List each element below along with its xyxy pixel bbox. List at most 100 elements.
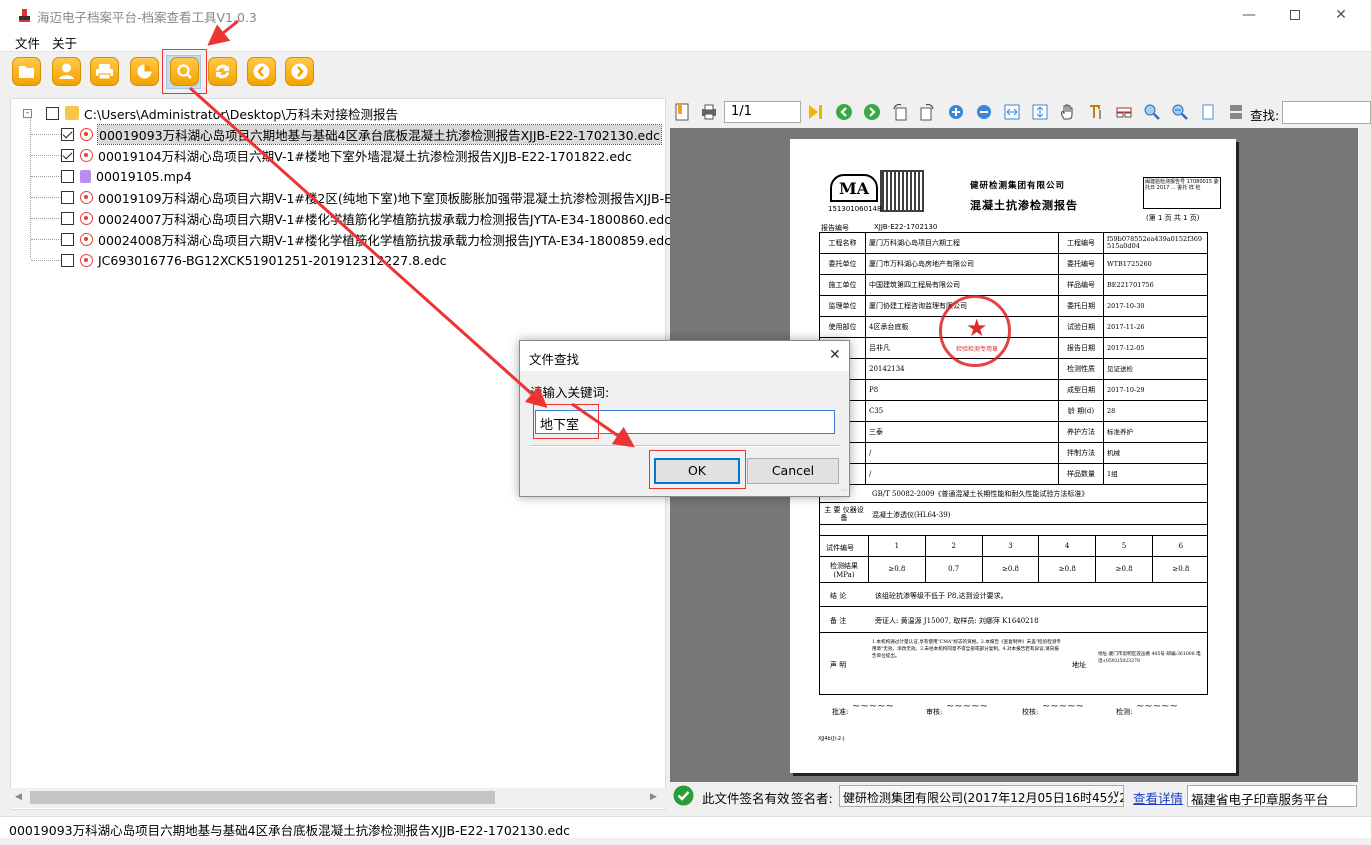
- dialog-prompt: 请输入关键词:: [530, 385, 610, 400]
- tree-item[interactable]: 00024008万科湖心岛项目六期V-1#楼化学植筋化学植筋抗拔承载力检测报告J…: [31, 229, 671, 249]
- zoom-in-icon[interactable]: [947, 103, 965, 121]
- text-select-icon[interactable]: [1087, 103, 1105, 121]
- view-details-link[interactable]: 查看详情: [1133, 788, 1183, 807]
- tree-item[interactable]: 00019105.mp4: [31, 166, 192, 186]
- hand-tool-icon[interactable]: [1059, 103, 1077, 121]
- report-table-row: 监理单位 厦门协建工程咨询监理有限公司 委托日期 2017-10-30: [819, 295, 1208, 317]
- row-value-2: 28: [1103, 400, 1208, 422]
- folder-icon: [65, 106, 79, 120]
- find-input[interactable]: [1282, 101, 1371, 124]
- rotate-left-icon[interactable]: [891, 103, 909, 121]
- chart-icon: [137, 64, 152, 79]
- collapse-toggle[interactable]: -: [23, 108, 32, 118]
- fit-width-icon[interactable]: [1003, 103, 1021, 121]
- tree-horizontal-scrollbar[interactable]: ◀ ▶: [10, 788, 666, 808]
- menu-file[interactable]: 文件: [15, 33, 40, 52]
- check-signature: ~~~~~: [1042, 701, 1084, 712]
- tree-item-checkbox[interactable]: [61, 253, 74, 267]
- prev-page-icon[interactable]: [835, 103, 853, 121]
- org-name: 健研检测集团有限公司: [970, 181, 1066, 191]
- open-button[interactable]: [12, 57, 41, 86]
- row-label-2: 工程编号: [1058, 232, 1104, 254]
- row-value-2: 标准养护: [1103, 421, 1208, 443]
- scroll-left-icon[interactable]: ◀: [15, 792, 22, 802]
- magnify-in-icon[interactable]: [1143, 103, 1161, 121]
- row-label-2: 成型日期: [1058, 379, 1104, 401]
- print-button[interactable]: [90, 57, 119, 86]
- tree-item-checkbox[interactable]: [61, 232, 74, 246]
- keyword-input[interactable]: 地下室: [535, 410, 835, 434]
- continuous-icon[interactable]: [1227, 103, 1245, 121]
- result-value: ≥0.8: [868, 557, 925, 582]
- tree-root[interactable]: - C:\Users\Administrator\Desktop\万科未对接检测…: [23, 103, 398, 123]
- tree-item[interactable]: 00019109万科湖心岛项目六期V-1#楼2区(纯地下室)地下室顶板膨胀加强带…: [31, 187, 688, 207]
- maximize-icon: [1290, 10, 1300, 20]
- stats-button[interactable]: [130, 57, 159, 86]
- tree-item[interactable]: 00024007万科湖心岛项目六期V-1#楼化学植筋化学植筋抗拔承载力检测报告J…: [31, 208, 671, 228]
- result-value: ≥0.8: [1038, 557, 1095, 582]
- prev-button[interactable]: [247, 57, 276, 86]
- close-button[interactable]: ✕: [1318, 0, 1364, 30]
- cancel-button[interactable]: Cancel: [747, 458, 839, 484]
- equip-value: 混凝土渗透仪(HL64-39): [872, 511, 951, 519]
- row-value: 中国建筑第四工程局有限公司: [865, 274, 1059, 296]
- tree-item[interactable]: JC693016776-BG12XCK51901251-201912312227…: [31, 250, 447, 270]
- row-value: C35: [865, 400, 1059, 422]
- row-value-2: 见证送检: [1103, 358, 1208, 380]
- main-toolbar: [0, 52, 1371, 94]
- row-value-2: 2017-11-26: [1103, 316, 1208, 338]
- tree-item-checkbox[interactable]: [61, 127, 74, 141]
- zoom-out-icon[interactable]: [975, 103, 993, 121]
- title-bar: 海迈电子档案平台-档案查看工具V1.0.3 — ✕: [0, 0, 1371, 30]
- tree-item-checkbox[interactable]: [61, 211, 74, 225]
- signer-select[interactable]: 健研检测集团有限公司(2017年12月05日16时45分2 ∨: [839, 785, 1124, 807]
- spec-number: 3: [981, 536, 1039, 557]
- next-button[interactable]: [285, 57, 314, 86]
- tree-item-label: 00024008万科湖心岛项目六期V-1#楼化学植筋化学植筋抗拔承载力检测报告J…: [98, 232, 672, 248]
- row-label-2: 委托编号: [1058, 253, 1104, 275]
- address-label: 地址: [1072, 661, 1086, 669]
- last-page-icon[interactable]: [806, 103, 824, 121]
- refresh-button[interactable]: [208, 57, 237, 86]
- ok-button[interactable]: OK: [654, 458, 740, 484]
- maximize-button[interactable]: [1272, 0, 1318, 30]
- window-title: 海迈电子档案平台-档案查看工具V1.0.3: [37, 10, 257, 25]
- tree-item[interactable]: 00019104万科湖心岛项目六期V-1#楼地下室外墙混凝土抗渗检测报告XJJB…: [31, 145, 632, 165]
- basis-value: GB/T 50082-2009《普通混凝土长期性能和耐久性能试验方法标准》: [872, 490, 1089, 498]
- tree-item-checkbox[interactable]: [61, 169, 74, 183]
- menu-about[interactable]: 关于: [52, 33, 77, 52]
- row-label-2: 样品数量: [1058, 463, 1104, 485]
- tree-connector: [31, 154, 61, 156]
- tree-item[interactable]: 00019093万科湖心岛项目六期地基与基础4区承台底板混凝土抗渗检测报告XJJ…: [31, 123, 663, 145]
- scroll-right-icon[interactable]: ▶: [650, 792, 657, 802]
- print-icon[interactable]: [700, 103, 718, 121]
- magnify-out-icon[interactable]: [1171, 103, 1189, 121]
- fit-page-icon[interactable]: [1031, 103, 1049, 121]
- minimize-icon: —: [1242, 7, 1256, 23]
- tree-root-checkbox[interactable]: [46, 106, 59, 120]
- user-button[interactable]: [52, 57, 81, 86]
- page-count: (第 1 页 共 1 页): [1146, 214, 1200, 222]
- row-value-2: 机械: [1103, 442, 1208, 464]
- scroll-thumb[interactable]: [30, 791, 495, 804]
- statement-value: 1.本机构通过计量认证,享有使用"CMA"标志的资格。2.本报告《查复制件》未盖…: [872, 640, 1061, 659]
- rotate-right-icon[interactable]: [918, 103, 936, 121]
- cma-text: MA: [838, 179, 870, 198]
- search-button[interactable]: [170, 57, 199, 86]
- footer-code: XJJ4b(J)-2-J: [818, 736, 845, 742]
- row-value-2: 1组: [1103, 463, 1208, 485]
- compare-icon[interactable]: [1115, 103, 1133, 121]
- cma-logo: MA: [830, 174, 878, 202]
- minimize-button[interactable]: —: [1226, 0, 1272, 30]
- dialog-close-icon[interactable]: ✕: [829, 347, 841, 363]
- tree-item-checkbox[interactable]: [61, 190, 74, 204]
- page-number-input[interactable]: 1/1: [724, 101, 801, 123]
- dialog-title: 文件查找: [529, 352, 580, 367]
- next-page-icon[interactable]: [863, 103, 881, 121]
- bookmark-icon[interactable]: [673, 103, 691, 121]
- row-value-2: 2017-10-29: [1103, 379, 1208, 401]
- report-table-row: 级P8成型日期2017-10-29: [819, 379, 1208, 401]
- single-page-icon[interactable]: [1199, 103, 1217, 121]
- row-label: 使用部位: [819, 316, 866, 338]
- tree-item-checkbox[interactable]: [61, 148, 74, 162]
